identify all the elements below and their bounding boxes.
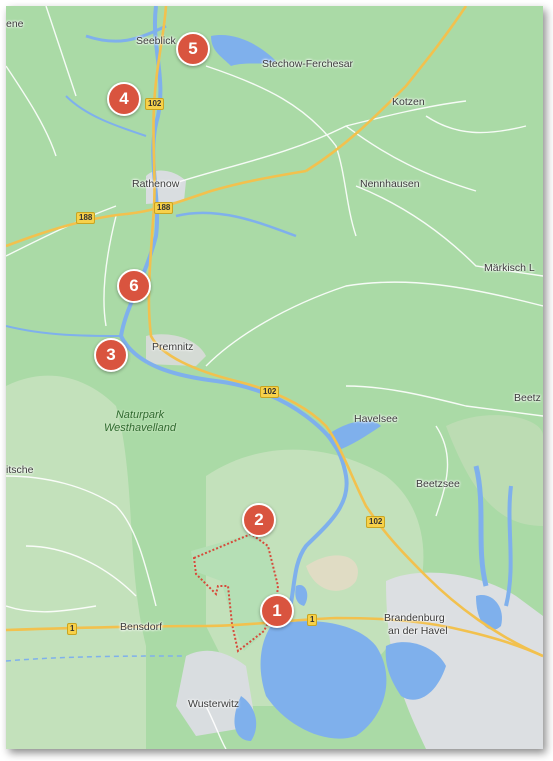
map-canvas[interactable] xyxy=(6,6,543,749)
place-label-maerkisch: Märkisch L xyxy=(484,262,535,274)
map-marker-5[interactable]: 5 xyxy=(176,32,210,66)
river xyxy=(6,325,122,337)
road-shield-188: 188 xyxy=(76,212,96,224)
place-label-bensdorf: Bensdorf xyxy=(120,621,163,633)
place-label-kotzen: Kotzen xyxy=(392,96,425,108)
place-label-brandenburg: Brandenburg xyxy=(384,612,445,624)
place-label-an-der-havel: an der Havel xyxy=(388,625,448,637)
place-label-havelsee: Havelsee xyxy=(354,413,398,425)
road-shield-102: 102 xyxy=(366,516,386,528)
road-shield-102: 102 xyxy=(145,98,165,110)
river xyxy=(175,211,297,238)
map-marker-4[interactable]: 4 xyxy=(107,82,141,116)
park-label: Naturpark Westhavelland xyxy=(104,409,176,435)
place-label-itsche: itsche xyxy=(6,464,34,476)
map-marker-2[interactable]: 2 xyxy=(242,503,276,537)
road-shield-102: 102 xyxy=(260,386,280,398)
park-label-line2: Westhavelland xyxy=(104,422,176,434)
road-shield-1: 1 xyxy=(67,623,78,635)
map-marker-6[interactable]: 6 xyxy=(117,269,151,303)
map-marker-1[interactable]: 1 xyxy=(260,594,294,628)
place-label-seeblick: Seeblick xyxy=(136,35,176,47)
map-marker-3[interactable]: 3 xyxy=(94,338,128,372)
place-label-beetz: Beetz xyxy=(514,392,541,404)
place-label-rathenow: Rathenow xyxy=(132,178,180,190)
park-label-line1: Naturpark xyxy=(115,409,165,421)
map-frame[interactable]: 102 188 188 102 102 1 1 Seeblick Stechow… xyxy=(6,6,543,749)
place-label-wusterwitz: Wusterwitz xyxy=(188,698,240,710)
lake xyxy=(260,621,387,739)
lake xyxy=(326,420,381,451)
place-label-beetzsee: Beetzsee xyxy=(416,478,460,490)
place-label-premnitz: Premnitz xyxy=(152,341,194,353)
place-label-stechow-ferchesar: Stechow-Ferchesar xyxy=(262,58,354,70)
place-label-nennhausen: Nennhausen xyxy=(360,178,420,190)
road-shield-1: 1 xyxy=(307,614,318,626)
place-label-ene: ene xyxy=(6,18,24,30)
lowland-area xyxy=(446,415,543,526)
road-shield-188: 188 xyxy=(154,202,174,214)
